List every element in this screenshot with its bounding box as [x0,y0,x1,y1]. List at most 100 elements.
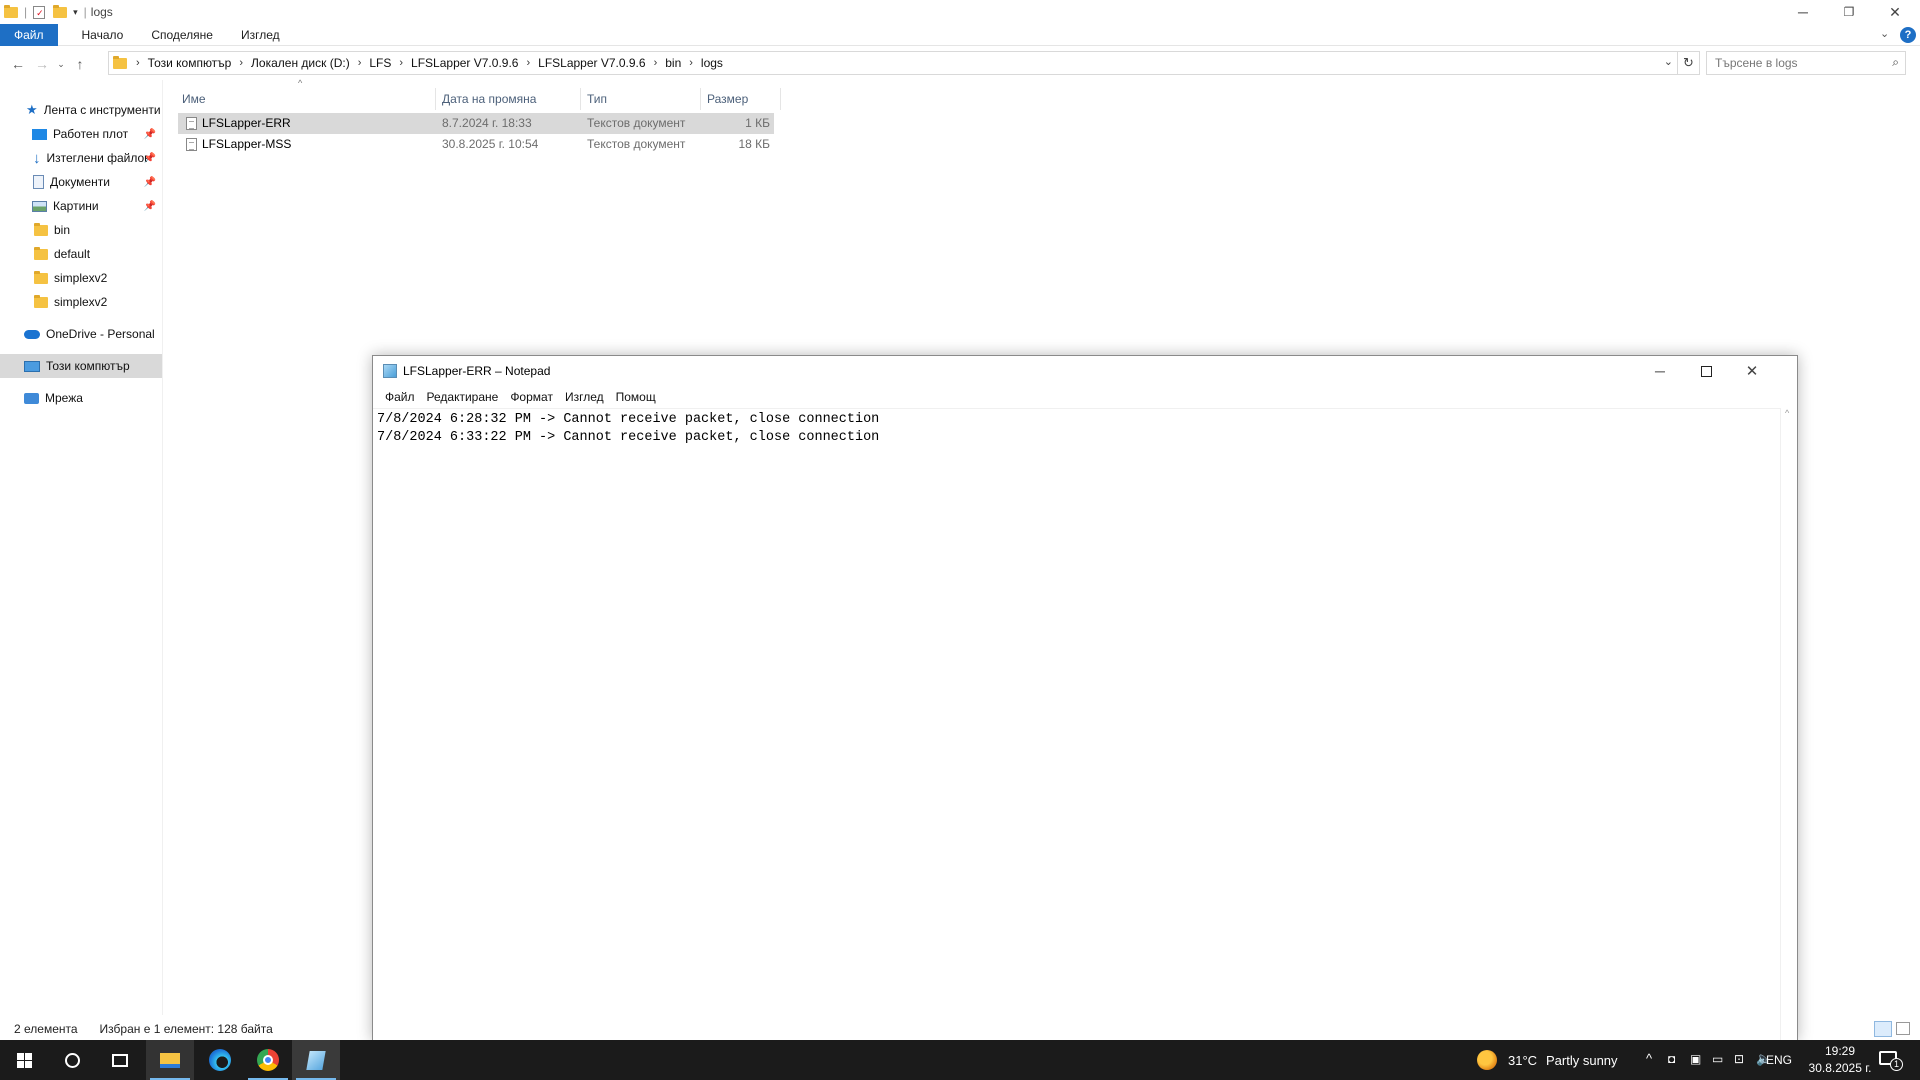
file-date: 30.8.2025 г. 10:54 [442,137,539,151]
breadcrumb-separator[interactable]: › [133,57,143,69]
clock-date[interactable]: 30.8.2025 г. [1800,1061,1880,1075]
nav-onedrive[interactable]: OneDrive - Personal [0,322,162,346]
tab-home[interactable]: Начало [68,24,138,46]
taskbar-chrome[interactable] [244,1040,292,1080]
column-header-date[interactable]: Дата на промяна [436,88,581,110]
customize-quick-access-icon[interactable]: ▾ [73,7,78,18]
breadcrumb-separator[interactable]: › [686,57,696,69]
up-button[interactable]: ↑ [68,52,92,76]
show-hidden-icons-icon[interactable]: ^ [1646,1051,1652,1066]
nav-quick-access[interactable]: ★ Лента с инструменти [0,98,162,122]
nav-item-downloads[interactable]: ↓ Изтеглени файлове 📌 [0,146,162,170]
breadcrumb-separator[interactable]: › [236,57,246,69]
column-header-name[interactable]: Име [176,88,436,110]
network-icon[interactable]: ⊡ [1734,1052,1744,1066]
menu-edit[interactable]: Редактиране [421,390,505,404]
breadcrumb-bin[interactable]: bin [660,56,686,70]
input-language[interactable]: ENG [1766,1053,1792,1067]
taskbar-edge[interactable] [196,1040,244,1080]
taskbar-notepad[interactable] [292,1040,340,1080]
nav-item-pictures[interactable]: Картини 📌 [0,194,162,218]
meet-now-icon[interactable]: ▣ [1690,1052,1701,1066]
notepad-maximize-button[interactable] [1683,356,1729,386]
device-icon[interactable]: ▭ [1712,1052,1723,1066]
search-icon [64,1052,80,1068]
breadcrumb-lfslapper-1[interactable]: LFSLapper V7.0.9.6 [406,56,523,70]
camera-icon[interactable]: ◘ [1668,1052,1675,1066]
address-dropdown-icon[interactable]: ⌄ [1664,55,1673,68]
help-icon[interactable]: ? [1900,27,1916,43]
breadcrumb-separator[interactable]: › [523,57,533,69]
restore-button[interactable]: ❐ [1826,0,1872,24]
nav-item-default[interactable]: default [0,242,162,266]
breadcrumb-separator[interactable]: › [355,57,365,69]
forward-button[interactable]: → [30,52,54,76]
breadcrumb-logs[interactable]: logs [696,56,728,70]
recent-locations-button[interactable]: ⌄ [54,52,68,76]
notepad-text-area[interactable]: 7/8/2024 6:28:32 PM -> Cannot receive pa… [373,408,1781,1040]
expand-ribbon-icon[interactable]: ⌄ [1880,27,1889,40]
sort-ascending-icon: ^ [298,78,303,88]
notepad-icon [306,1050,326,1070]
weather-desc[interactable]: Partly sunny [1546,1053,1618,1068]
breadcrumb-separator[interactable]: › [651,57,661,69]
tab-view[interactable]: Изглед [227,24,294,46]
taskbar-file-explorer[interactable] [146,1040,194,1080]
notepad-titlebar[interactable]: LFSLapper-ERR – Notepad ─ ✕ [373,356,1797,386]
tab-share[interactable]: Споделяне [137,24,227,46]
nav-item-documents[interactable]: Документи 📌 [0,170,162,194]
large-icons-view-button[interactable] [1896,1022,1910,1035]
nav-pane-divider[interactable] [162,80,163,1015]
nav-item-simplexv2[interactable]: simplexv2 [0,266,162,290]
explorer-titlebar: | ✓ ▾ | logs ─ ❐ ✕ [0,0,1920,24]
search-button[interactable] [48,1040,96,1080]
menu-help[interactable]: Помощ [610,390,662,404]
search-box[interactable]: Търсене в logs ⌕ [1706,51,1906,75]
pictures-icon [32,200,47,212]
pin-icon: 📌 [143,200,156,212]
nav-item-simplexv2[interactable]: simplexv2 [0,290,162,314]
properties-icon[interactable]: ✓ [33,5,46,19]
weather-temp[interactable]: 31°C [1508,1053,1537,1068]
file-row[interactable]: LFSLapper-ERR 8.7.2024 г. 18:33 Текстов … [178,113,774,134]
task-view-button[interactable] [96,1040,144,1080]
text-file-icon [186,116,197,131]
nav-network[interactable]: Мрежа [0,386,162,410]
column-header-size[interactable]: Размер [701,88,781,110]
breadcrumb-this-pc[interactable]: Този компютър [143,56,237,70]
breadcrumb-separator[interactable]: › [396,57,406,69]
nav-item-desktop[interactable]: Работен плот 📌 [0,122,162,146]
breadcrumb-local-disk[interactable]: Локален диск (D:) [246,56,355,70]
start-button[interactable] [0,1040,48,1080]
nav-item-bin[interactable]: bin [0,218,162,242]
weather-icon[interactable] [1477,1050,1497,1070]
cloud-icon [24,329,40,339]
close-button[interactable]: ✕ [1872,0,1918,24]
column-header-type[interactable]: Тип [581,88,701,110]
refresh-button[interactable]: ↻ [1678,51,1700,75]
quick-access-separator: | [24,5,28,19]
star-icon: ★ [26,102,38,117]
notepad-minimize-button[interactable]: ─ [1637,356,1683,386]
notification-button[interactable]: 1 [1876,1048,1903,1072]
clock-time[interactable]: 19:29 [1818,1044,1862,1058]
details-view-button[interactable] [1874,1021,1892,1037]
menu-file[interactable]: Файл [379,390,421,404]
computer-icon [24,360,40,372]
vertical-scrollbar[interactable]: ^ [1780,408,1797,1040]
file-name: LFSLapper-MSS [202,137,292,151]
menu-view[interactable]: Изглед [559,390,610,404]
tab-file[interactable]: Файл [0,23,58,46]
file-row[interactable]: LFSLapper-MSS 30.8.2025 г. 10:54 Текстов… [178,134,774,155]
nav-this-pc[interactable]: Този компютър [0,354,162,378]
new-folder-icon[interactable] [53,4,68,18]
menu-format[interactable]: Формат [504,390,559,404]
address-bar[interactable]: › Този компютър › Локален диск (D:) › LF… [108,51,1678,75]
notepad-close-button[interactable]: ✕ [1729,356,1775,386]
text-line: 7/8/2024 6:33:22 PM -> Cannot receive pa… [377,430,880,445]
breadcrumb-lfs[interactable]: LFS [364,56,396,70]
breadcrumb-lfslapper-2[interactable]: LFSLapper V7.0.9.6 [533,56,650,70]
minimize-button[interactable]: ─ [1780,0,1826,24]
back-button[interactable]: ← [6,52,30,76]
scroll-up-icon[interactable]: ^ [1785,408,1789,418]
